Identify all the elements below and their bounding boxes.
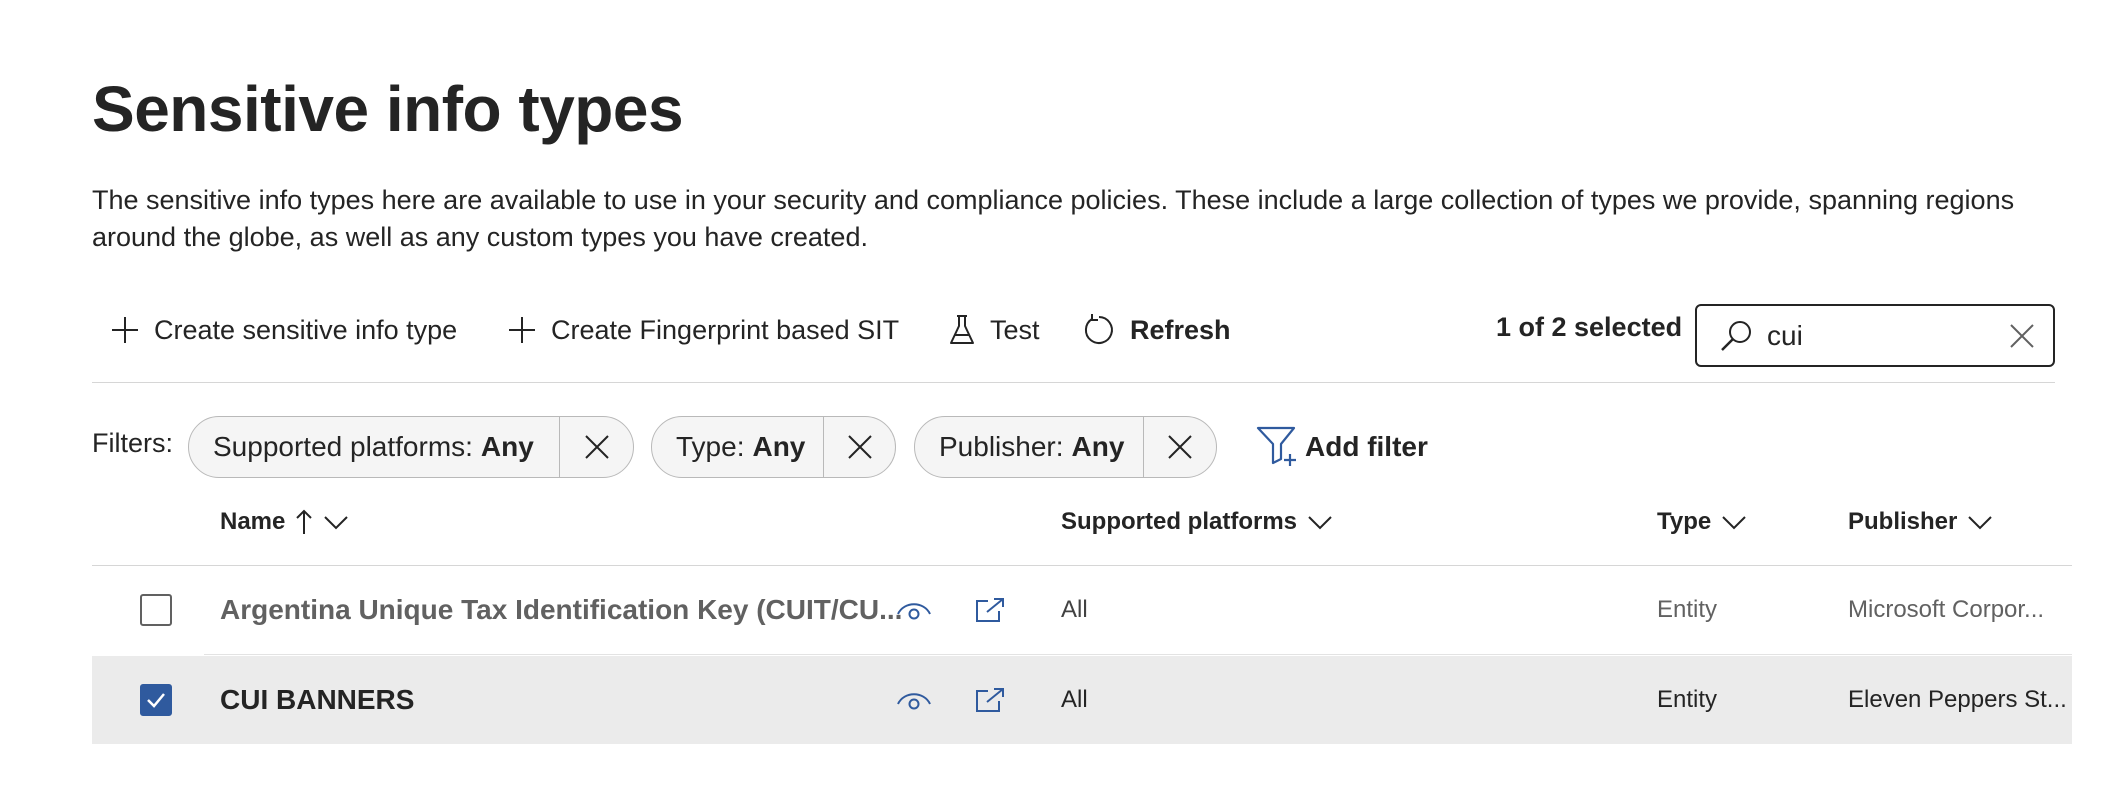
open-in-new-button[interactable] [974, 566, 1006, 654]
test-button[interactable]: Test [948, 308, 1040, 352]
page-description: The sensitive info types here are availa… [92, 185, 2015, 252]
refresh-button-label: Refresh [1130, 314, 1231, 345]
row-type: Entity [1657, 596, 1718, 623]
close-icon [584, 435, 609, 459]
remove-filter-button[interactable] [823, 417, 895, 477]
search-input[interactable] [1767, 319, 2009, 352]
search-icon [1721, 320, 1751, 351]
filter-value: Any [752, 431, 806, 462]
open-in-new-button[interactable] [974, 656, 1006, 744]
flask-icon [950, 315, 974, 344]
view-button[interactable] [896, 656, 932, 744]
remove-filter-button[interactable] [559, 417, 633, 477]
row-publisher: Eleven Peppers St... [1848, 686, 2067, 713]
row-supported-platforms: All [1061, 596, 1088, 623]
plus-icon [112, 317, 138, 343]
eye-icon [897, 603, 931, 620]
plus-icon [509, 317, 535, 343]
create-sensitive-info-type-button[interactable]: Create sensitive info type [110, 308, 457, 352]
row-supported-platforms: All [1061, 686, 1088, 713]
filters-label: Filters: [92, 428, 173, 458]
filter-add-icon [1256, 426, 1296, 466]
remove-filter-button[interactable] [1143, 417, 1216, 477]
column-header-label: Type [1657, 508, 1712, 535]
create-fingerprint-sit-button[interactable]: Create Fingerprint based SIT [507, 308, 899, 352]
column-header-name[interactable]: Name [220, 508, 349, 536]
checkmark-icon [147, 693, 165, 708]
column-header-label: Name [220, 508, 286, 535]
refresh-button[interactable]: Refresh [1082, 308, 1231, 352]
page-title: Sensitive info types [92, 73, 684, 145]
refresh-icon [1084, 314, 1113, 344]
table-row-selected[interactable]: CUI BANNERS All Entity Eleven Peppers St… [92, 656, 2072, 744]
eye-icon [897, 693, 931, 710]
sort-ascending-icon [296, 509, 313, 534]
column-header-publisher[interactable]: Publisher [1848, 508, 1993, 536]
filter-pill-supported-platforms[interactable]: Supported platforms: Any [188, 416, 634, 478]
filter-pill-type[interactable]: Type: Any [651, 416, 896, 478]
chevron-down-icon [1968, 516, 1993, 530]
open-in-new-icon [976, 688, 1004, 712]
row-type: Entity [1657, 686, 1718, 713]
row-checkbox[interactable] [140, 594, 172, 626]
column-header-label: Publisher [1848, 508, 1958, 535]
view-button[interactable] [896, 566, 932, 654]
filter-pill-publisher[interactable]: Publisher: Any [914, 416, 1217, 478]
column-header-label: Supported platforms [1061, 508, 1298, 535]
close-icon [2010, 323, 2034, 348]
toolbar-divider [92, 382, 2055, 383]
row-divider [204, 654, 2072, 655]
filter-name: Supported platforms: [213, 431, 473, 462]
create-fingerprint-label: Create Fingerprint based SIT [551, 314, 900, 345]
clear-search-button[interactable] [2009, 323, 2035, 349]
filter-name: Type: [676, 431, 745, 462]
selected-count: 1 of 2 selected [1496, 312, 1683, 342]
column-header-type[interactable]: Type [1657, 508, 1747, 536]
column-header-supported-platforms[interactable]: Supported platforms [1061, 508, 1333, 536]
row-publisher: Microsoft Corpor... [1848, 596, 2045, 623]
row-name[interactable]: Argentina Unique Tax Identification Key … [220, 566, 902, 654]
row-checkbox-checked[interactable] [140, 684, 172, 716]
filter-value: Any [480, 431, 534, 462]
search-box[interactable] [1695, 304, 2055, 367]
filter-value: Any [1071, 431, 1125, 462]
row-name[interactable]: CUI BANNERS [220, 656, 414, 744]
add-filter-label: Add filter [1305, 431, 1428, 462]
close-icon [1168, 435, 1192, 459]
create-button-label: Create sensitive info type [154, 314, 458, 345]
open-in-new-icon [976, 598, 1004, 622]
add-filter-button[interactable]: Add filter [1255, 425, 1428, 469]
table-row[interactable]: Argentina Unique Tax Identification Key … [92, 566, 2072, 654]
chevron-down-icon [1722, 516, 1746, 530]
chevron-down-icon [324, 516, 349, 530]
close-icon [847, 435, 872, 459]
test-button-label: Test [990, 314, 1040, 345]
chevron-down-icon [1308, 516, 1332, 530]
filter-name: Publisher: [939, 431, 1064, 462]
